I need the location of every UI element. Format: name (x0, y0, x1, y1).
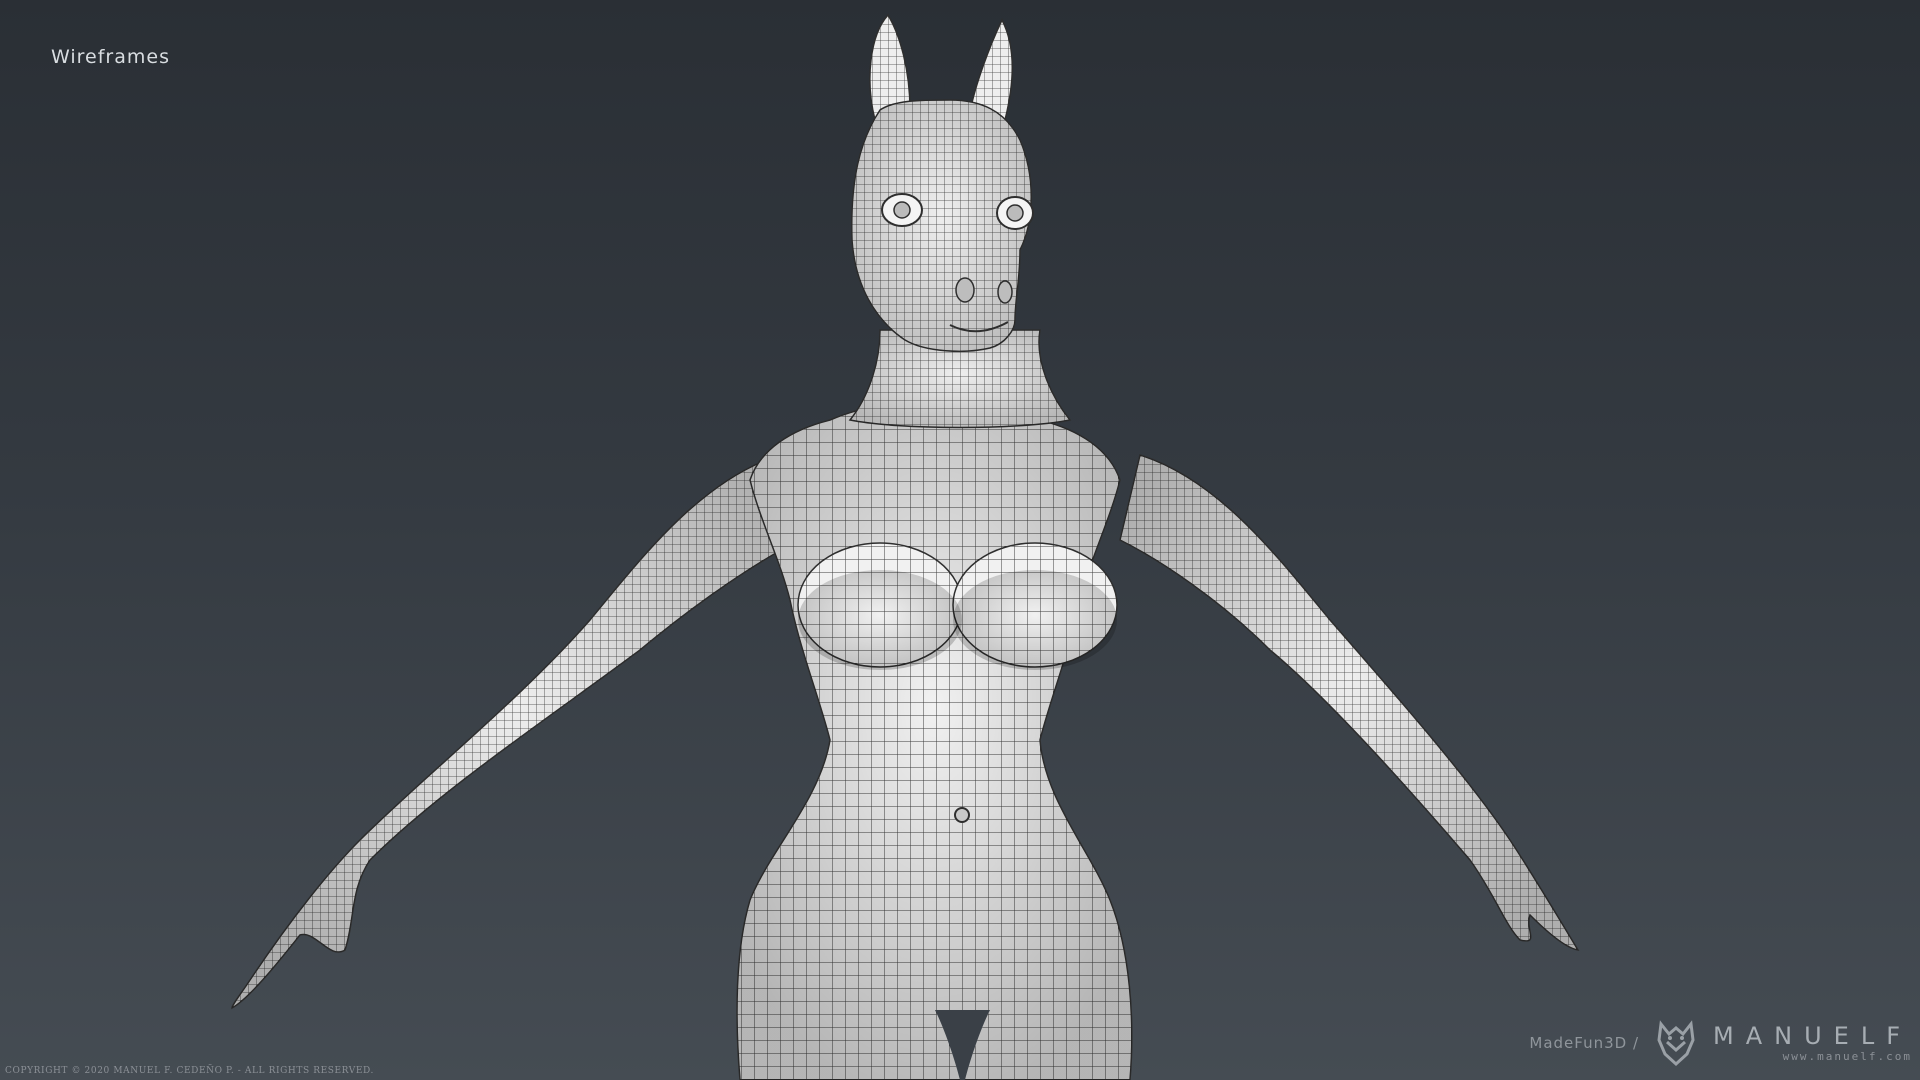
right-nostril (997, 280, 1013, 304)
manuelf-logo-icon (1657, 1020, 1695, 1067)
brand-watermark: MadeFun3D / MANUELF www.manuelf.com (1529, 1014, 1912, 1072)
left-nostril (955, 277, 975, 303)
brand-name: MANUELF (1713, 1022, 1912, 1050)
studio-name: MadeFun3D / (1529, 1034, 1640, 1052)
brand-url: www.manuelf.com (1782, 1050, 1912, 1063)
horse-character-wireframe-model (231, 13, 1580, 1080)
copyright-notice: COPYRIGHT © 2020 MANUEL F. CEDEÑO P. - A… (5, 1066, 374, 1076)
navel (954, 807, 970, 823)
